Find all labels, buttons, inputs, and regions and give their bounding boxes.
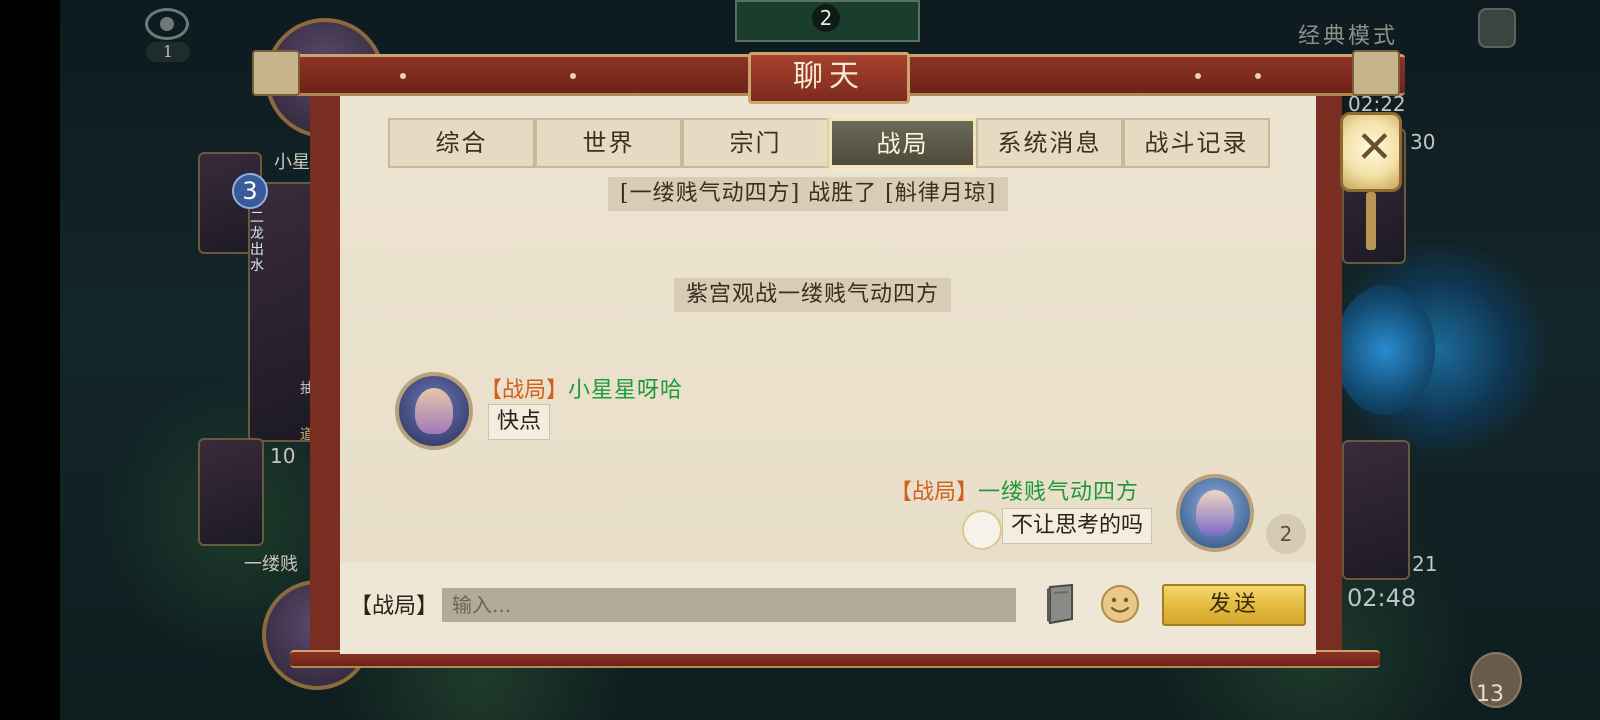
bag-count: 13 <box>1476 682 1504 707</box>
menu-icon[interactable] <box>1478 8 1516 48</box>
avatar[interactable] <box>1176 474 1254 552</box>
rail-stud <box>1255 73 1261 79</box>
rail-stud <box>1195 73 1201 79</box>
tab-battle-log[interactable]: 战斗记录 <box>1123 118 1270 168</box>
eye-icon[interactable] <box>145 8 189 40</box>
avatar-portrait <box>1196 490 1234 536</box>
send-button[interactable]: 发送 <box>1162 584 1306 626</box>
unread-badge[interactable]: 2 <box>1266 514 1306 554</box>
sender-name[interactable]: 一缕贱气动四方 <box>978 480 1139 505</box>
rail-stud <box>400 73 406 79</box>
rail-cap-right <box>1352 50 1400 96</box>
input-channel-label: 【战局】 <box>350 594 439 619</box>
sender-name[interactable]: 小星星呀哈 <box>568 378 683 403</box>
chat-bubble: 不让思考的吗 <box>1002 508 1153 544</box>
message-header: 【战局】小星星呀哈 <box>480 372 683 404</box>
turn-timer: 02:48 <box>1347 584 1417 612</box>
left-deck-count: 10 <box>270 444 296 468</box>
game-mode-label: 经典模式 <box>1298 24 1399 49</box>
dialog-title: 聊天 <box>748 52 910 104</box>
tab-world[interactable]: 世界 <box>535 118 682 168</box>
right-deck-card <box>1342 440 1410 580</box>
left-deck-card <box>198 438 264 546</box>
sending-indicator <box>962 510 1002 550</box>
top-card-count: 2 <box>812 4 840 32</box>
left-player-level: 3 <box>232 173 268 209</box>
left-player-name: 小星 <box>274 152 310 173</box>
chat-bubble: 快点 <box>488 404 551 440</box>
close-icon[interactable]: ✕ <box>1356 126 1393 170</box>
spectator-count: 1 <box>146 42 190 62</box>
rail-stud <box>570 73 576 79</box>
card-name: 二龙出水 <box>250 210 264 274</box>
tab-general[interactable]: 综合 <box>388 118 535 168</box>
tab-sect[interactable]: 宗门 <box>682 118 829 168</box>
channel-tag: 【战局】 <box>480 378 569 403</box>
emoji-icon[interactable] <box>1100 584 1140 624</box>
chat-input[interactable] <box>442 588 1016 622</box>
right-deck-count: 21 <box>1412 552 1438 576</box>
channel-tag: 【战局】 <box>890 480 979 505</box>
tab-system-messages[interactable]: 系统消息 <box>976 118 1123 168</box>
system-message: [一缕贱气动四方] 战胜了 [斛律月琼] <box>608 177 1009 211</box>
mana-orb <box>1335 285 1435 415</box>
rail-cap-left <box>252 50 300 96</box>
avatar-portrait <box>415 388 453 434</box>
avatar[interactable] <box>395 372 473 450</box>
book-icon[interactable] <box>1044 583 1078 625</box>
right-top-count: 30 <box>1410 130 1436 154</box>
chat-tab-bar: 综合 世界 宗门 战局 系统消息 战斗记录 <box>388 118 1270 168</box>
system-message: 紫宫观战一缕贱气动四方 <box>674 278 952 312</box>
left-player-name-bottom: 一缕贱 <box>244 554 298 575</box>
tab-battle[interactable]: 战局 <box>829 118 976 168</box>
lantern-tassel <box>1366 192 1376 250</box>
message-header: 【战局】一缕贱气动四方 <box>890 474 1139 506</box>
